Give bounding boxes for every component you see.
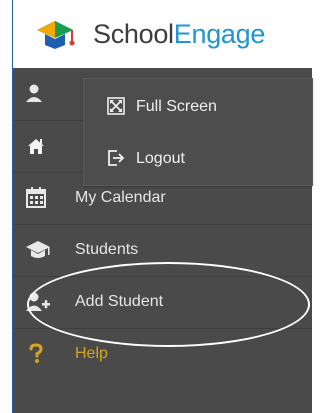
- sidebar-item-label: Add Student: [75, 293, 164, 310]
- sidebar-item-label: My Calendar: [75, 189, 166, 206]
- calendar-icon: [26, 187, 46, 208]
- submenu-item-full-screen[interactable]: Full Screen: [84, 79, 312, 131]
- logout-icon: [108, 150, 125, 166]
- brand-name-part1: School: [93, 19, 174, 49]
- brand-name-part2: Engage: [173, 19, 266, 49]
- user-submenu: Full Screen Logout: [83, 78, 313, 186]
- sidebar-item-label: Help: [75, 345, 108, 362]
- home-icon: [28, 139, 44, 154]
- fullscreen-icon: [107, 97, 125, 115]
- add-user-icon: [26, 292, 50, 311]
- app-header: SchoolEngage: [13, 0, 312, 68]
- sidebar-item-students[interactable]: Students: [13, 224, 312, 277]
- sidebar-item-help[interactable]: Help: [13, 328, 312, 380]
- submenu-item-logout[interactable]: Logout: [84, 131, 312, 183]
- user-icon: [26, 84, 42, 102]
- brand-logo-text[interactable]: SchoolEngage: [93, 19, 265, 50]
- graduation-cap-icon: [26, 241, 50, 258]
- question-icon: [29, 343, 43, 363]
- logo-icon: [37, 21, 75, 49]
- sidebar-item-add-student[interactable]: Add Student: [13, 276, 312, 329]
- submenu-item-label: Logout: [136, 150, 185, 167]
- app-frame: SchoolEngage My Calendar Students Add St…: [12, 0, 313, 413]
- sidebar-item-label: Students: [75, 241, 139, 258]
- submenu-item-label: Full Screen: [136, 98, 217, 115]
